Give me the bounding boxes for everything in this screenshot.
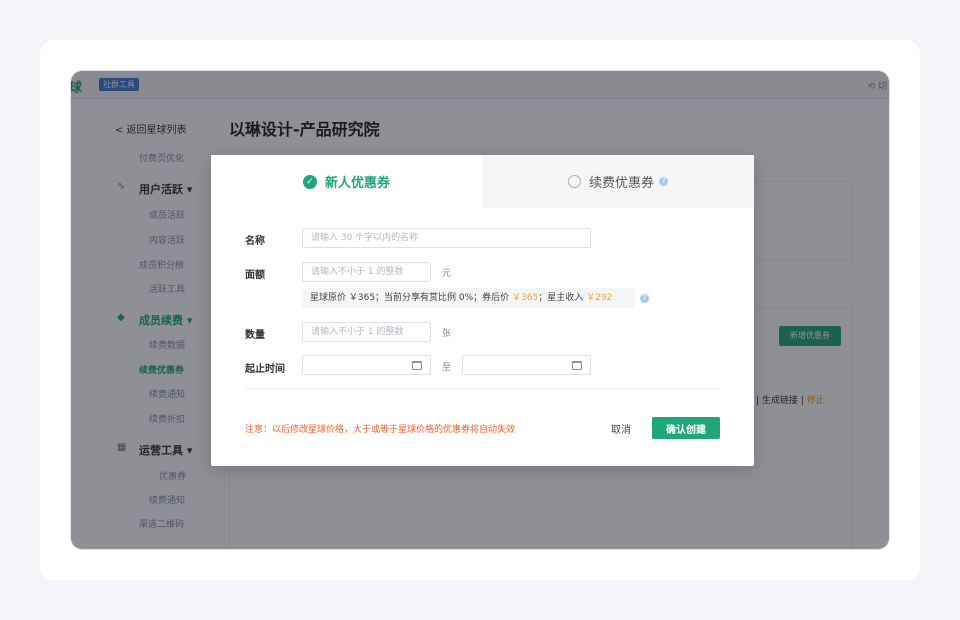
price-info-box: 星球原价 ￥365；当前分享有赏比例 0%；券后价 ￥365；星主收入 ￥292	[302, 288, 635, 308]
check-circle-icon: ✓	[302, 174, 317, 189]
price-info-prefix: 星球原价 ￥365；当前分享有赏比例 0%；券后价	[310, 293, 513, 303]
quantity-label: 数量	[245, 330, 265, 341]
start-date-picker[interactable]	[302, 355, 431, 375]
name-label: 名称	[245, 236, 265, 247]
quantity-input[interactable]	[302, 322, 431, 342]
coupon-type-tabs: ✓ 新人优惠券 续费优惠券 ?	[211, 155, 754, 208]
name-input[interactable]	[302, 228, 591, 248]
price-change-note: 注意：以后修改星球价格，大于或等于星球价格的优惠券将自动失效	[245, 425, 516, 435]
period-separator: 至	[442, 363, 452, 373]
radio-icon	[567, 175, 581, 188]
tab-label: 续费优惠券	[588, 176, 654, 191]
calendar-icon	[412, 361, 422, 370]
end-date-picker[interactable]	[462, 355, 591, 375]
owner-income: ￥292	[586, 293, 613, 303]
create-coupon-modal: ✓ 新人优惠券 续费优惠券 ? 名称 面额 元 星球原价 ￥365；当前分享有赏…	[211, 155, 754, 466]
price-info-middle: ；星主收入	[538, 293, 587, 303]
confirm-create-button[interactable]: 确认创建	[652, 417, 720, 439]
calendar-icon	[572, 361, 582, 370]
divider	[245, 388, 720, 389]
after-coupon-price: ￥365	[512, 293, 539, 303]
help-icon[interactable]: ?	[659, 177, 668, 186]
tab-new-member-coupon[interactable]: ✓ 新人优惠券	[211, 155, 482, 208]
tab-label: 新人优惠券	[324, 176, 390, 191]
amount-label: 面额	[245, 270, 265, 281]
quantity-unit: 张	[442, 329, 452, 339]
period-label: 起止时间	[245, 364, 285, 375]
amount-unit: 元	[442, 269, 452, 279]
tab-renewal-coupon[interactable]: 续费优惠券 ?	[482, 155, 754, 208]
cancel-button[interactable]: 取消	[603, 418, 639, 438]
amount-input[interactable]	[302, 262, 431, 282]
help-icon[interactable]: ?	[640, 294, 649, 303]
